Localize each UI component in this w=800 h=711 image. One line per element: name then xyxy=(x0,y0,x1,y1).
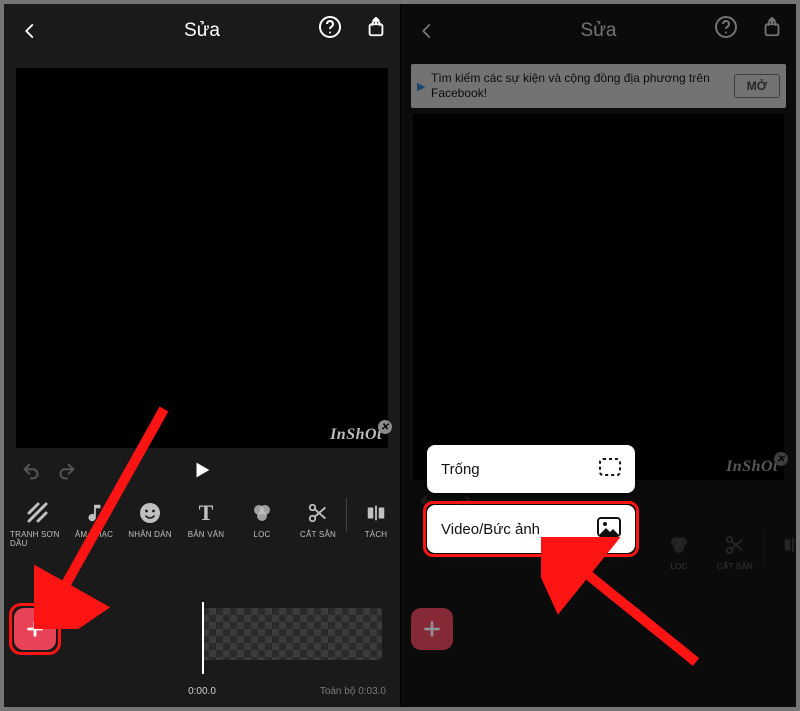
share-button[interactable] xyxy=(756,11,788,43)
remove-watermark-button[interactable]: ✕ xyxy=(774,452,788,466)
screenshot-right: Sửa ▶ Tìm kiếm các sự kiện và cộng đồng … xyxy=(400,4,796,707)
playhead[interactable] xyxy=(202,602,204,674)
toolbar-separator xyxy=(763,530,773,564)
playback-row xyxy=(4,448,400,496)
back-button[interactable] xyxy=(407,11,447,51)
tool-sticker[interactable]: NHÃN DÁN xyxy=(122,496,178,539)
ad-open-button[interactable]: MỞ xyxy=(734,74,780,98)
option-label: Trống xyxy=(441,461,480,478)
tool-music[interactable]: ÂM NHẠC xyxy=(66,496,122,539)
tool-label: BẢN VĂN xyxy=(188,530,225,539)
back-button[interactable] xyxy=(10,11,50,51)
filter-icon xyxy=(666,532,692,558)
dual-screenshot-wrap: Sửa InShOt ✕ xyxy=(4,4,796,707)
ad-text: Tìm kiếm các sự kiện và cộng đồng địa ph… xyxy=(431,71,734,101)
option-video-photo[interactable]: Video/Bức ảnh xyxy=(427,505,635,553)
timeline-clip[interactable] xyxy=(202,608,382,660)
filter-icon xyxy=(249,500,275,526)
hatch-icon xyxy=(25,500,51,526)
smile-icon xyxy=(137,500,163,526)
tool-filter[interactable]: LỌC xyxy=(651,528,707,571)
tool-label: CẮT SẴN xyxy=(300,530,336,539)
video-preview[interactable]: InShOt ✕ xyxy=(413,114,784,480)
watermark: InShOt ✕ xyxy=(726,458,778,476)
text-icon: T xyxy=(193,500,219,526)
share-button[interactable] xyxy=(360,11,392,43)
current-time: 0:00.0 xyxy=(188,686,216,697)
dashed-rect-icon xyxy=(599,458,621,480)
image-icon xyxy=(597,517,621,541)
help-button[interactable] xyxy=(314,11,346,43)
scissors-icon xyxy=(722,532,748,558)
timeline-area: 0:00.0 Toàn bộ 0:03.0 xyxy=(4,602,400,707)
option-label: Video/Bức ảnh xyxy=(441,521,540,538)
ad-caret-icon: ▶ xyxy=(417,80,431,93)
tool-label: NHÃN DÁN xyxy=(128,530,171,539)
screenshot-left: Sửa InShOt ✕ xyxy=(4,4,400,707)
remove-watermark-button[interactable]: ✕ xyxy=(378,420,392,434)
split-icon xyxy=(363,500,389,526)
scissors-icon xyxy=(305,500,331,526)
tool-text[interactable]: T BẢN VĂN xyxy=(178,496,234,539)
watermark: InShOt ✕ xyxy=(330,426,382,444)
add-media-button[interactable] xyxy=(14,608,56,650)
watermark-text: InShOt xyxy=(330,426,382,443)
tool-canvas[interactable]: TRANH SƠN DẦU xyxy=(10,496,66,548)
tool-label: TÁCH xyxy=(365,530,388,539)
header: Sửa xyxy=(401,4,796,58)
tool-label: ÂM NHẠC xyxy=(75,530,113,539)
music-icon xyxy=(81,500,107,526)
tool-split[interactable] xyxy=(773,528,796,558)
play-button[interactable] xyxy=(191,459,213,486)
tool-split[interactable]: TÁCH xyxy=(356,496,396,539)
tool-label: LỌC xyxy=(670,562,687,571)
tool-label: CẮT SẴN xyxy=(717,562,753,571)
help-button[interactable] xyxy=(710,11,742,43)
tool-label: LỌC xyxy=(253,530,270,539)
undo-button[interactable] xyxy=(18,458,46,486)
tool-trim[interactable]: CẮT SẴN xyxy=(290,496,346,539)
total-time: Toàn bộ 0:03.0 xyxy=(320,686,386,697)
add-media-popup: Trống Video/Bức ảnh xyxy=(427,445,635,565)
tool-filter[interactable]: LỌC xyxy=(234,496,290,539)
header-actions xyxy=(314,11,392,43)
edit-toolbar: TRANH SƠN DẦU ÂM NHẠC NHÃN DÁN T BẢN VĂN… xyxy=(4,496,400,556)
option-blank[interactable]: Trống xyxy=(427,445,635,493)
redo-button[interactable] xyxy=(52,458,80,486)
video-preview[interactable]: InShOt ✕ xyxy=(16,68,388,448)
header: Sửa xyxy=(4,4,400,58)
add-media-button[interactable] xyxy=(411,608,453,650)
split-icon xyxy=(780,532,796,558)
header-actions xyxy=(710,11,788,43)
ad-banner[interactable]: ▶ Tìm kiếm các sự kiện và cộng đồng địa … xyxy=(411,64,786,108)
tool-trim[interactable]: CẮT SẴN xyxy=(707,528,763,571)
tool-label: TRANH SƠN DẦU xyxy=(10,530,66,548)
watermark-text: InShOt xyxy=(726,458,778,475)
toolbar-separator xyxy=(346,498,356,532)
timeline-area xyxy=(401,602,796,707)
